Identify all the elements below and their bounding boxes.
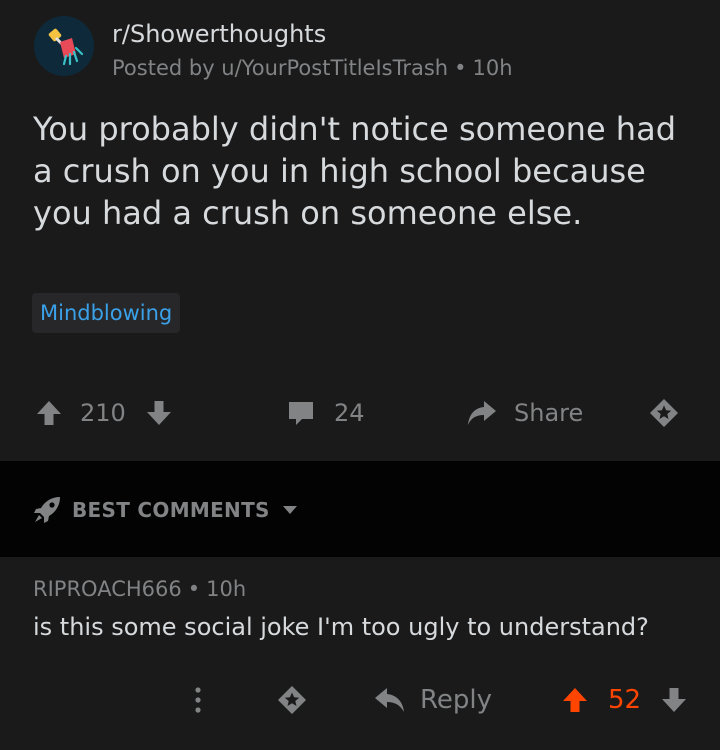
post-vote-count: 210 [80,399,126,427]
meta-dot: • [187,577,201,601]
sort-label: BEST COMMENTS [72,498,270,522]
post-title[interactable]: You probably didn't notice someone had a… [33,108,693,234]
post-card: r/Showerthoughts Posted by u/YourPostTit… [0,0,720,460]
comment-meta: RIPROACH666 • 10h [33,577,246,601]
comment: RIPROACH666 • 10h is this some social joke… [0,557,720,750]
share-button[interactable]: Share [466,390,583,436]
comment-author[interactable]: RIPROACH666 [33,577,182,601]
post-vote-group: 210 [34,390,174,436]
rocket-icon [34,497,60,523]
comment-age: 10h [206,577,247,601]
sort-comments-button[interactable]: BEST COMMENTS [32,494,298,526]
comment-icon [289,402,313,425]
comment-actions: Reply 52 [0,677,720,723]
award-button[interactable] [648,390,680,436]
comment-count: 24 [334,399,365,427]
post-actions: 210 24 Share [0,390,720,436]
comment-vote-group: 52 [560,677,689,723]
more-icon [195,687,201,713]
post-author[interactable]: Posted by u/YourPostTitleIsTrash [112,56,448,80]
downvote-icon[interactable] [659,685,689,715]
share-label: Share [514,399,584,427]
post-meta: Posted by u/YourPostTitleIsTrash • 10h [112,56,513,80]
upvote-icon[interactable] [560,685,590,715]
chevron-down-icon [282,506,297,514]
comment-more-button[interactable] [188,677,208,723]
upvote-icon[interactable] [34,398,64,428]
subreddit-shower-icon [48,28,84,66]
comment-vote-count: 52 [608,685,642,715]
post-age: 10h [472,56,513,80]
reply-button[interactable]: Reply [374,677,492,723]
downvote-icon[interactable] [144,398,174,428]
comment-body: is this some social joke I'm too ugly to… [33,613,649,641]
post-flair[interactable]: Mindblowing [32,293,181,333]
award-icon [650,399,678,427]
reply-icon [375,688,404,712]
subreddit-name[interactable]: r/Showerthoughts [112,20,326,48]
award-icon [278,686,306,714]
reply-label: Reply [420,685,493,715]
meta-dot: • [454,56,467,80]
subreddit-avatar[interactable] [34,16,94,76]
comment-award-button[interactable] [276,677,308,723]
share-icon [468,401,496,425]
comments-button[interactable]: 24 [286,390,365,436]
